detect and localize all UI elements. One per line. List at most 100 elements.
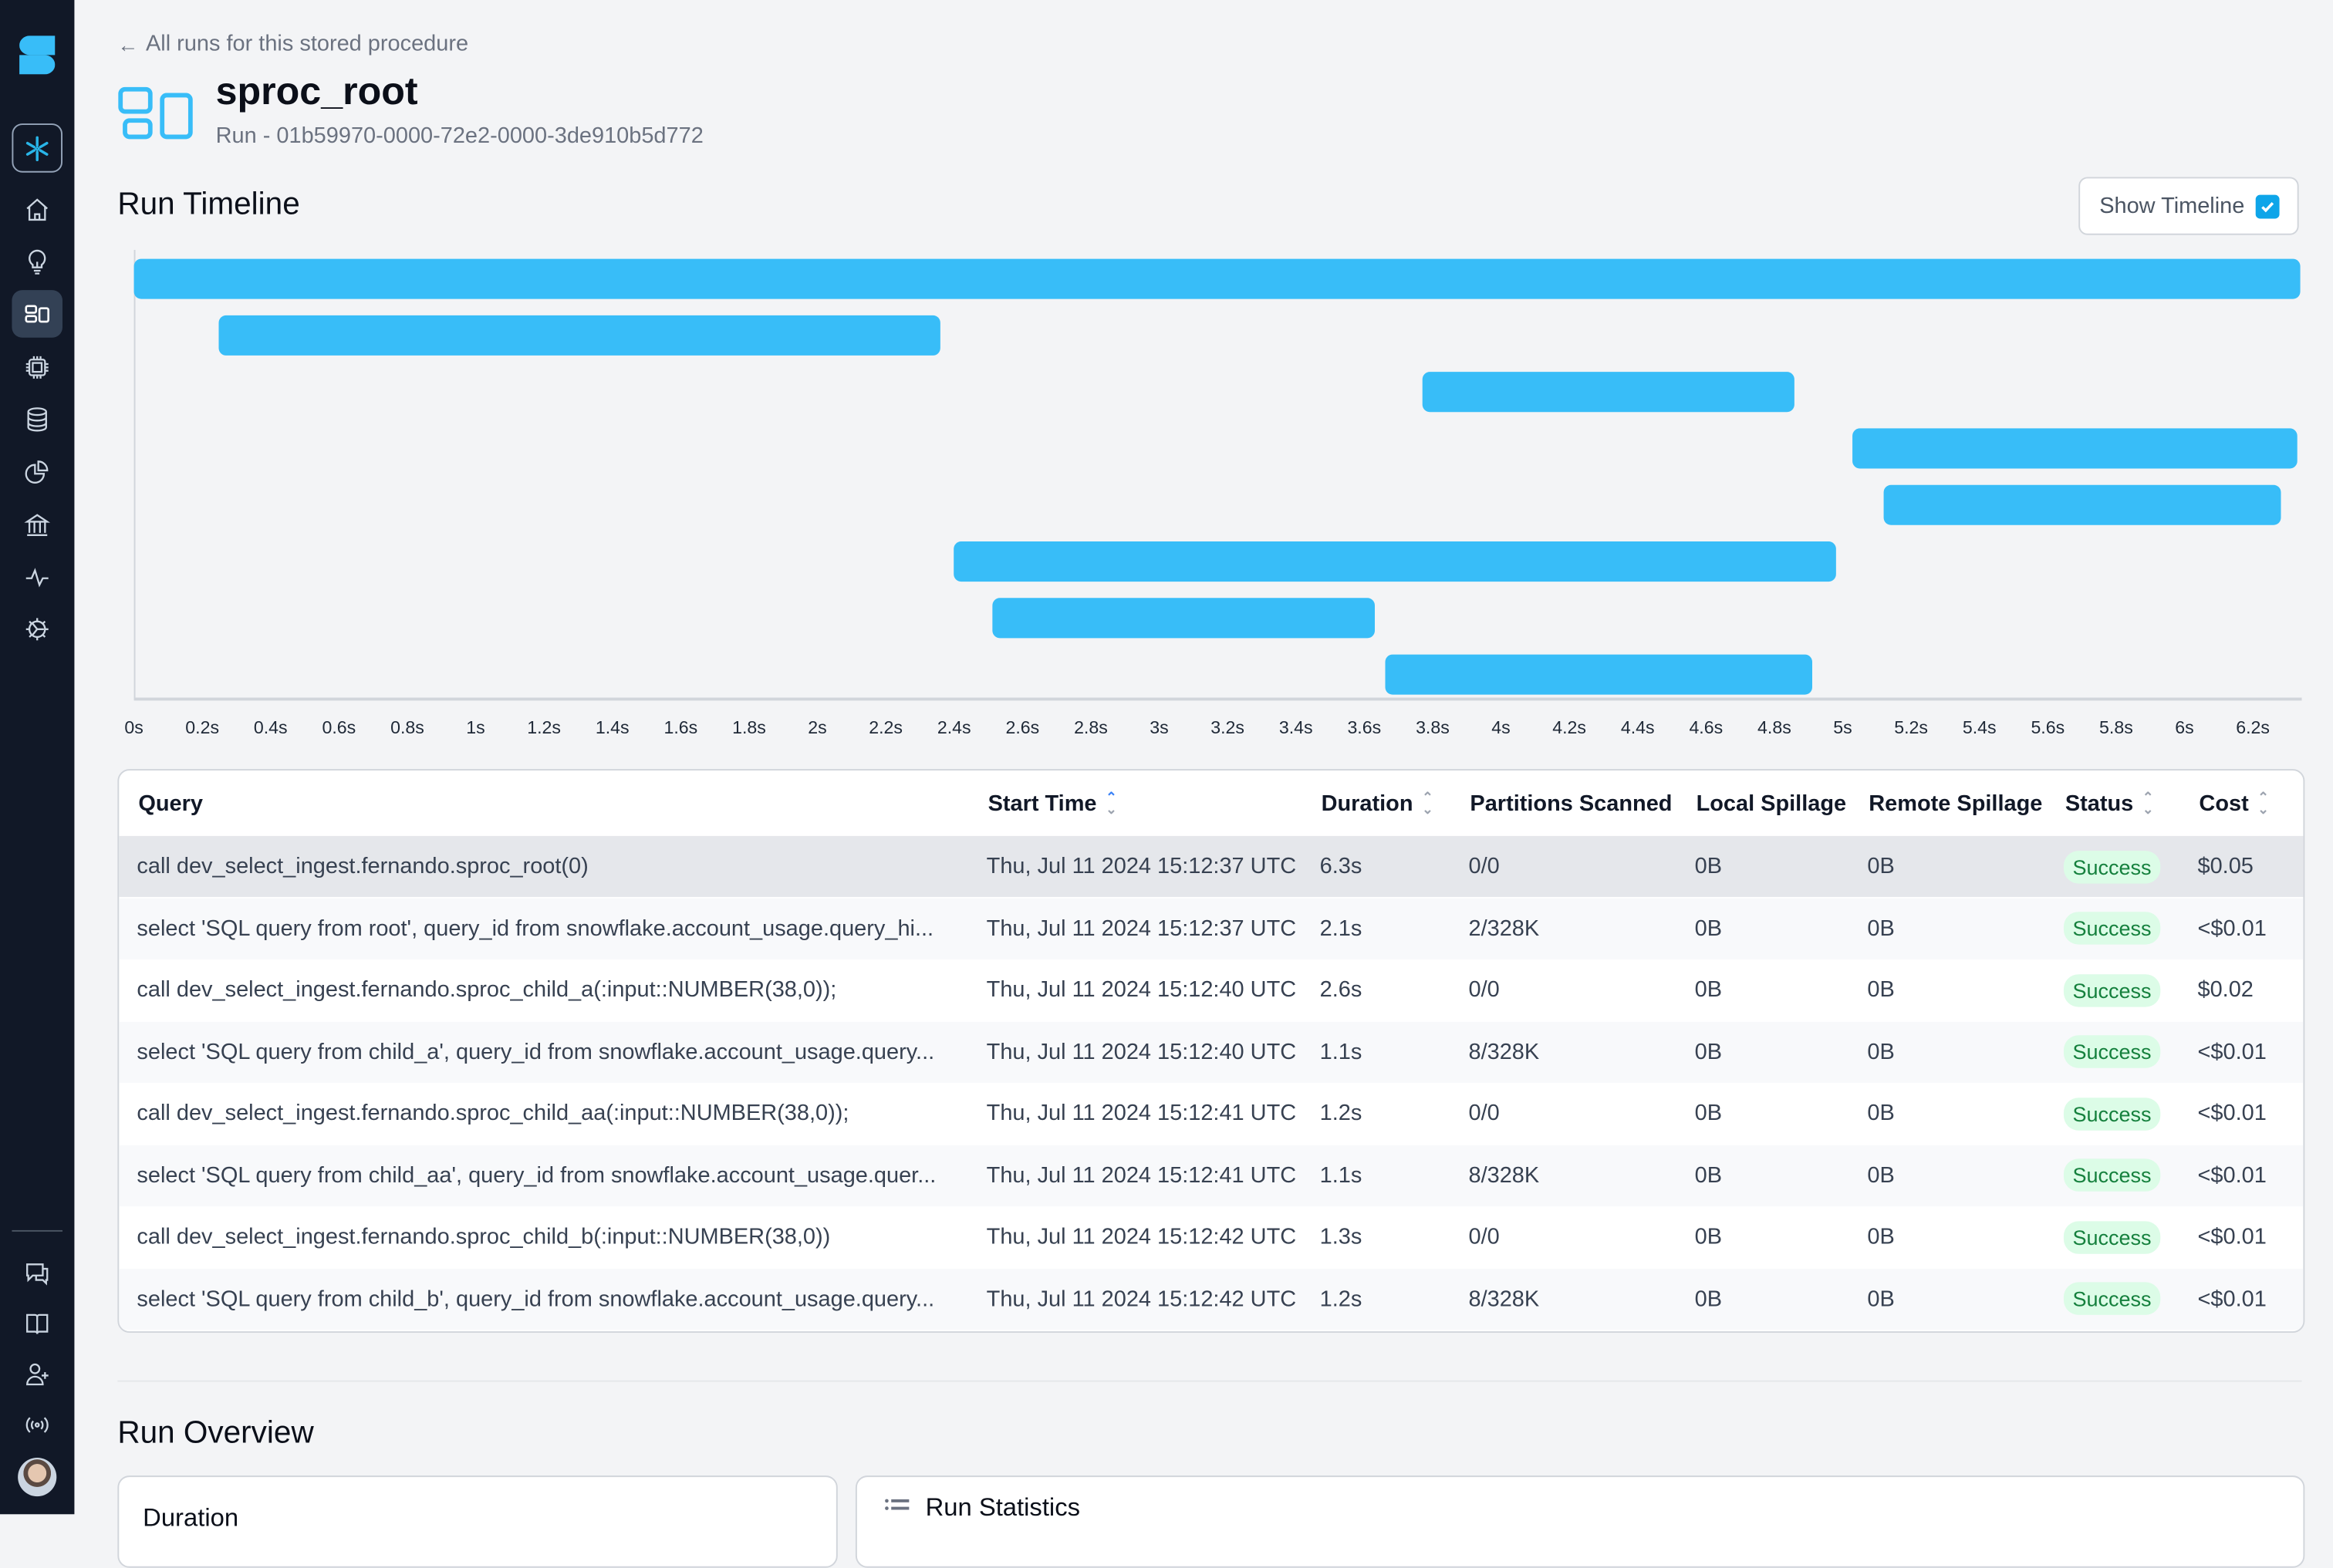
section-divider (117, 1380, 2302, 1382)
cell-local: 0B (1694, 1039, 1723, 1064)
sort-icon[interactable]: ⌃ ⌄ (2142, 791, 2154, 816)
cell-duration: 1.3s (1319, 1224, 1362, 1249)
database-icon[interactable] (12, 396, 62, 443)
table-row[interactable]: select 'SQL query from child_b', query_i… (119, 1268, 2304, 1330)
timeline-x-axis (133, 697, 2302, 701)
cell-remote: 0B (1867, 916, 1895, 941)
gear-icon[interactable] (12, 605, 62, 653)
table-row[interactable]: select 'SQL query from root', query_id f… (119, 897, 2304, 959)
table-row[interactable]: call dev_select_ingest.fernando.sproc_ro… (119, 835, 2304, 897)
status-badge: Success (2063, 973, 2161, 1007)
table-header: Query Start Time ⌃ ⌄ Duration ⌃ ⌄ Partitions Sc… (119, 771, 2303, 836)
timeline-tick-label: 6s (2175, 717, 2194, 738)
timeline-tick-label: 3.4s (1278, 717, 1313, 738)
overview-section-title: Run Overview (117, 1415, 314, 1451)
column-header-cost[interactable]: Cost ⌃ ⌄ (2199, 771, 2268, 836)
snowflake-icon[interactable] (12, 123, 62, 173)
column-label: Partitions Scanned (1470, 791, 1673, 816)
broadcast-icon[interactable] (12, 1401, 62, 1449)
user-avatar[interactable] (18, 1457, 57, 1497)
timeline-tick-label: 0.4s (253, 717, 288, 738)
cell-local: 0B (1694, 853, 1723, 879)
cell-status: Success (2063, 1083, 2161, 1144)
cell-cost: <$0.01 (2197, 1101, 2267, 1126)
timeline-bar[interactable] (954, 541, 1836, 582)
column-header-duration[interactable]: Duration ⌃ ⌄ (1322, 771, 1433, 836)
cell-duration: 2.1s (1319, 916, 1362, 941)
cell-duration: 1.2s (1319, 1101, 1362, 1126)
cell-start: Thu, Jul 11 2024 15:12:40 UTC (986, 977, 1297, 1003)
timeline-tick-label: 1s (466, 717, 485, 738)
column-header-status[interactable]: Status ⌃ ⌄ (2065, 771, 2154, 836)
cell-local: 0B (1694, 1101, 1723, 1126)
table-row[interactable]: select 'SQL query from child_a', query_i… (119, 1020, 2304, 1083)
cell-query: call dev_select_ingest.fernando.sproc_ro… (137, 853, 589, 879)
show-timeline-checkbox[interactable] (2255, 194, 2280, 219)
timeline-tick-label: 4.4s (1620, 717, 1655, 738)
arrow-left-icon: ← (117, 32, 139, 56)
timeline-bar[interactable] (133, 258, 2301, 299)
sort-icon[interactable]: ⌃ ⌄ (2257, 791, 2269, 816)
timeline-tick-label: 0s (124, 717, 143, 738)
app-logo-icon[interactable] (19, 35, 56, 75)
cell-duration: 6.3s (1319, 853, 1362, 879)
home-icon[interactable] (12, 186, 62, 234)
cell-remote: 0B (1867, 1224, 1895, 1249)
status-badge: Success (2063, 1035, 2161, 1068)
sidebar-item-stored-procedures[interactable] (12, 290, 62, 338)
timeline-bar[interactable] (1422, 372, 1795, 413)
lightbulb-icon[interactable] (12, 238, 62, 286)
timeline-tick-label: 4.8s (1757, 717, 1791, 738)
column-header-start-time[interactable]: Start Time ⌃ ⌄ (988, 771, 1117, 836)
cell-query: call dev_select_ingest.fernando.sproc_ch… (137, 977, 837, 1003)
page: ← All runs for this stored procedure spr… (0, 0, 2333, 1568)
cell-start: Thu, Jul 11 2024 15:12:41 UTC (986, 1101, 1297, 1126)
timeline-section-title: Run Timeline (117, 187, 300, 222)
timeline-bar[interactable] (1384, 654, 1812, 695)
bank-icon[interactable] (12, 501, 62, 549)
timeline-bar[interactable] (1852, 428, 2298, 469)
activity-icon[interactable] (12, 553, 62, 601)
timeline-tick-label: 1.4s (595, 717, 630, 738)
timeline-tick-label: 4.2s (1552, 717, 1587, 738)
cell-remote: 0B (1867, 977, 1895, 1003)
table-row[interactable]: call dev_select_ingest.fernando.sproc_ch… (119, 1083, 2303, 1144)
checkmark-icon (2261, 202, 2274, 213)
timeline-tick-label: 6.2s (2236, 717, 2270, 738)
table-row[interactable]: call dev_select_ingest.fernando.sproc_ch… (119, 1206, 2303, 1267)
timeline-tick-label: 2.8s (1074, 717, 1108, 738)
cell-partitions: 8/328K (1468, 1162, 1540, 1188)
layout-blocks-icon (25, 305, 49, 323)
cell-start: Thu, Jul 11 2024 15:12:41 UTC (986, 1162, 1297, 1188)
cell-query: call dev_select_ingest.fernando.sproc_ch… (137, 1101, 849, 1126)
sort-icon[interactable]: ⌃ ⌄ (1422, 791, 1433, 816)
table-row[interactable]: call dev_select_ingest.fernando.sproc_ch… (119, 959, 2303, 1020)
back-link[interactable]: ← All runs for this stored procedure (117, 31, 468, 56)
column-label: Cost (2199, 791, 2249, 816)
chat-icon[interactable] (12, 1249, 62, 1297)
cell-status: Success (2063, 1206, 2161, 1267)
cell-duration: 1.1s (1319, 1162, 1362, 1188)
pie-chart-icon[interactable] (12, 447, 62, 495)
timeline-tick-label: 5.8s (2099, 717, 2133, 738)
sort-icon[interactable]: ⌃ ⌄ (1106, 791, 1117, 816)
timeline-tick-label: 0.2s (185, 717, 220, 738)
run-timeline-chart (133, 249, 2307, 701)
cell-query: select 'SQL query from root', query_id f… (137, 916, 934, 941)
book-icon[interactable] (12, 1300, 62, 1348)
timeline-tick-label: 4s (1491, 717, 1511, 738)
show-timeline-toggle[interactable]: Show Timeline (2078, 177, 2299, 235)
timeline-bar[interactable] (1883, 484, 2281, 525)
cell-cost: <$0.01 (2197, 916, 2267, 941)
timeline-bar[interactable] (219, 315, 941, 356)
column-header-local-spillage: Local Spillage (1697, 771, 1847, 836)
timeline-y-axis (133, 249, 136, 700)
table-row[interactable]: select 'SQL query from child_aa', query_… (119, 1145, 2304, 1206)
back-link-label: All runs for this stored procedure (145, 31, 469, 57)
queries-table: Query Start Time ⌃ ⌄ Duration ⌃ ⌄ Partitions Sc… (117, 769, 2305, 1333)
user-plus-icon[interactable] (12, 1351, 62, 1398)
chip-icon[interactable] (12, 343, 62, 391)
cell-remote: 0B (1867, 1162, 1895, 1188)
timeline-bar[interactable] (991, 598, 1375, 639)
cell-status: Success (2063, 959, 2161, 1020)
